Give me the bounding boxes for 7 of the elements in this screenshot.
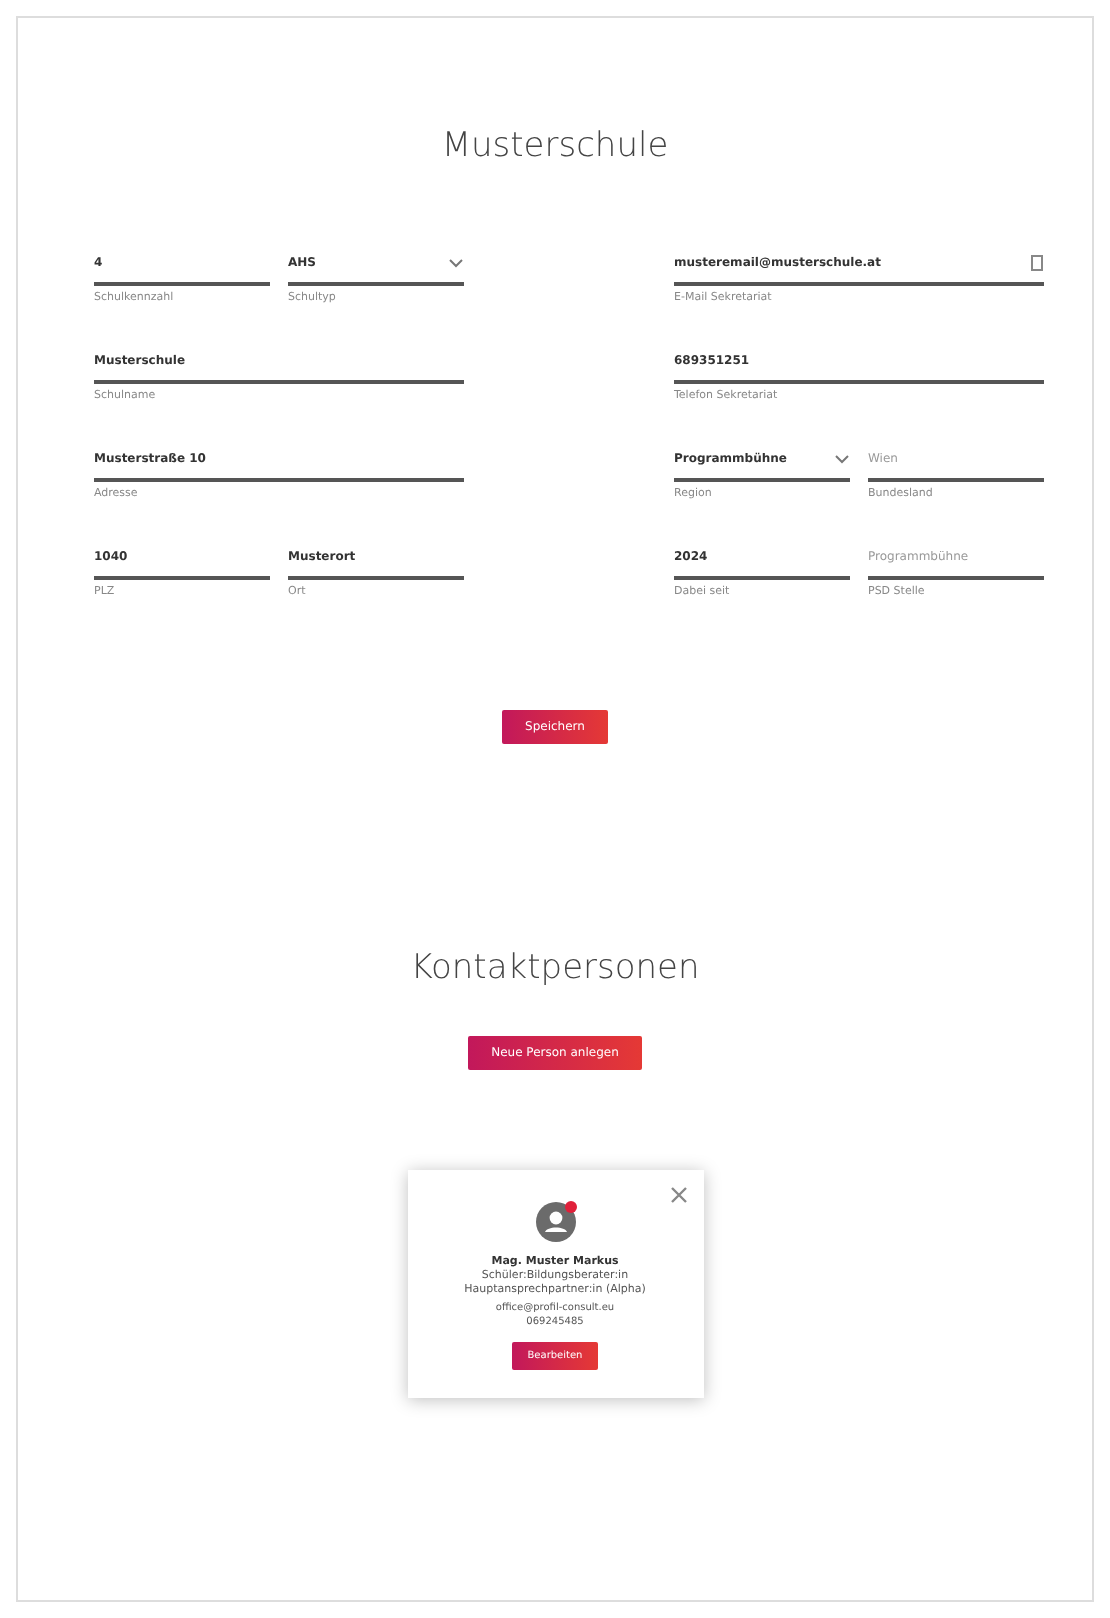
school-title: Musterschule <box>439 126 671 166</box>
caret-icon <box>834 453 850 463</box>
caret-icon <box>448 257 464 267</box>
close-icon[interactable] <box>669 1186 687 1204</box>
contacts-title: Kontaktpersonen <box>408 948 702 988</box>
avatar-icon <box>531 1198 579 1246</box>
copy-icon[interactable] <box>1030 253 1044 271</box>
